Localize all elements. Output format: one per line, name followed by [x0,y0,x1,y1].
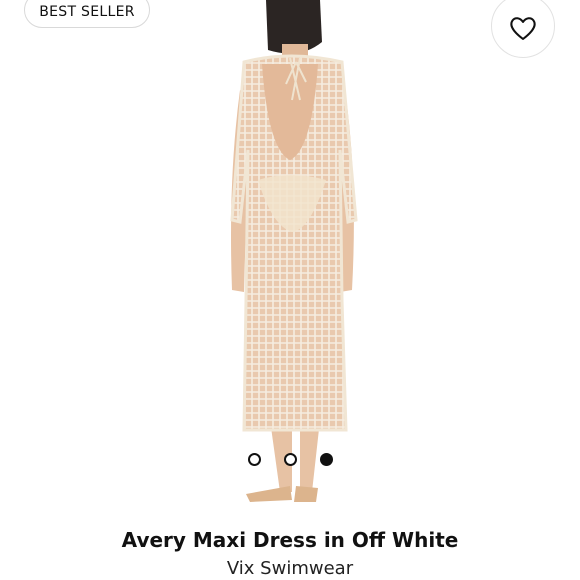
heart-icon [510,17,536,40]
carousel-dot-3[interactable] [320,453,333,466]
carousel-dot-2[interactable] [284,453,297,466]
carousel-dots [248,453,333,466]
product-title: Avery Maxi Dress in Off White [121,528,459,552]
best-seller-badge: BEST SELLER [24,0,150,28]
carousel-dot-1[interactable] [248,453,261,466]
product-image [230,0,358,502]
best-seller-label: BEST SELLER [39,4,135,20]
sandals [246,486,318,502]
product-brand[interactable]: Vix Swimwear [0,558,580,579]
